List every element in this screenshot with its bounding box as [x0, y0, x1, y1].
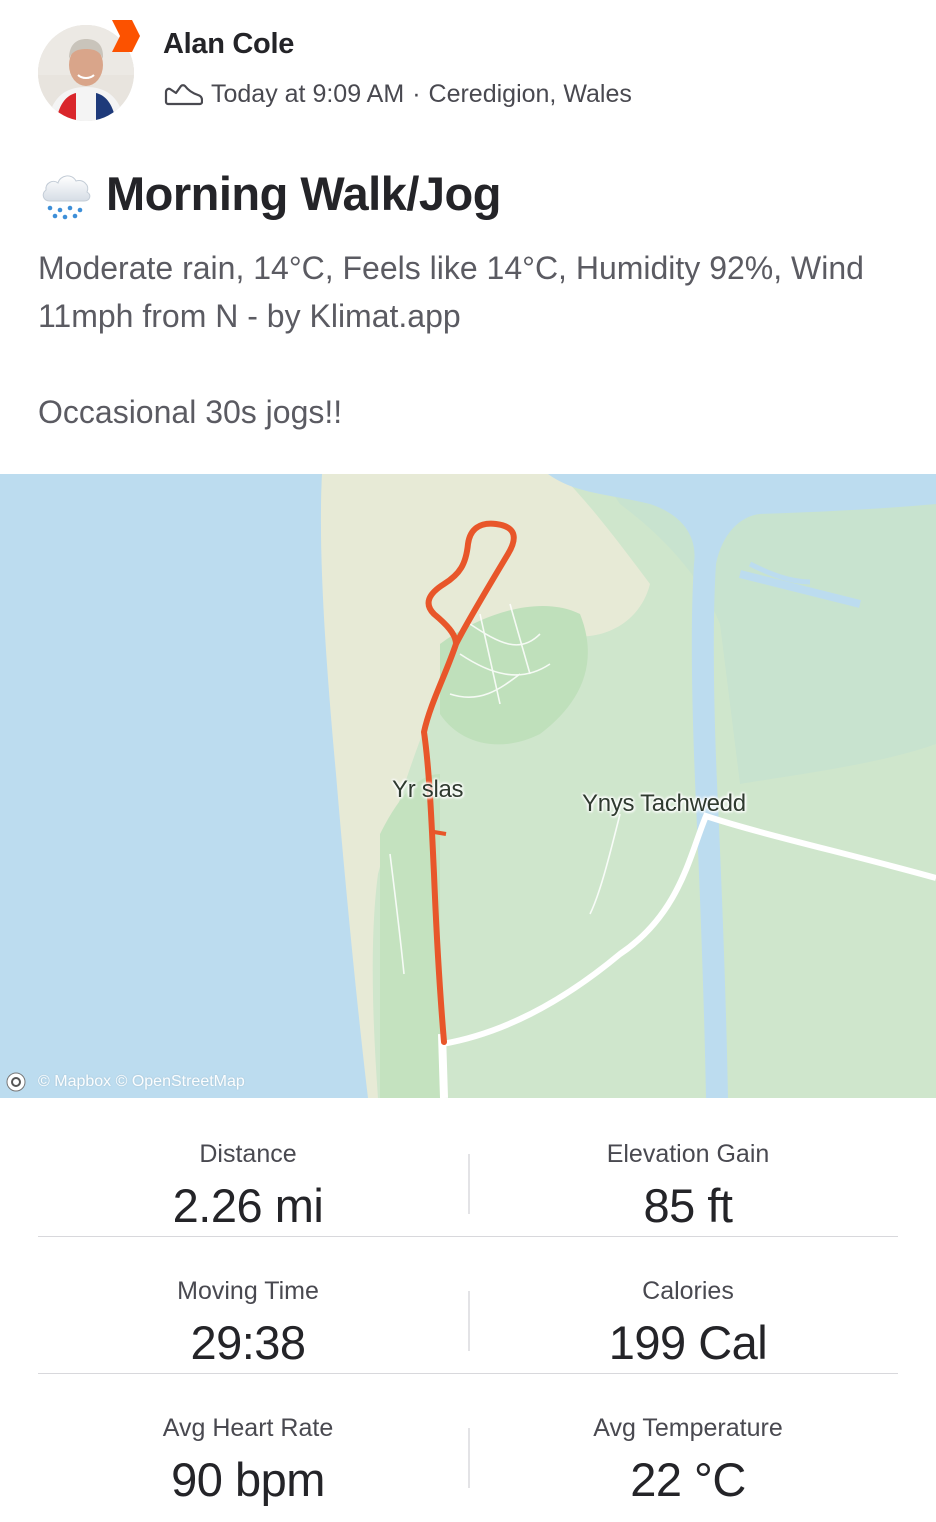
- stat-value: 29:38: [190, 1316, 306, 1369]
- route-map[interactable]: Yr slas Ynys Tachwedd © Mapbox © OpenStr…: [0, 474, 936, 1098]
- map-attribution: © Mapbox © OpenStreetMap: [6, 1072, 245, 1092]
- stat-distance: Distance 2.26 mi: [38, 1100, 458, 1236]
- shoe-icon: [164, 84, 203, 106]
- stat-label: Moving Time: [177, 1277, 319, 1305]
- map-canvas: [0, 474, 936, 1098]
- activity-description: Moderate rain, 14°C, Feels like 14°C, Hu…: [38, 244, 898, 436]
- activity-meta: Today at 9:09 AM · Ceredigion, Wales: [163, 78, 632, 110]
- stat-label: Distance: [199, 1140, 297, 1168]
- map-label-yrslas: Yr slas: [392, 776, 464, 803]
- stat-elevation-gain: Elevation Gain 85 ft: [468, 1100, 908, 1236]
- map-label-ynys-tachwedd: Ynys Tachwedd: [582, 790, 746, 817]
- subscriber-chevron-icon: [112, 20, 140, 52]
- activity-title[interactable]: Morning Walk/Jog: [106, 166, 501, 221]
- description-note: Occasional 30s jogs!!: [38, 394, 343, 430]
- stat-calories: Calories 199 Cal: [468, 1237, 908, 1373]
- description-weather: Moderate rain, 14°C, Feels like 14°C, Hu…: [38, 250, 864, 334]
- rain-cloud-icon: [42, 175, 91, 220]
- stat-avg-temperature: Avg Temperature 22 °C: [468, 1374, 908, 1510]
- map-attribution-text[interactable]: © Mapbox © OpenStreetMap: [38, 1073, 245, 1091]
- stats-row: Avg Heart Rate 90 bpm Avg Temperature 22…: [38, 1374, 898, 1510]
- mapbox-logo-icon[interactable]: [6, 1072, 26, 1092]
- stat-value: 2.26 mi: [172, 1179, 324, 1232]
- stats-row: Distance 2.26 mi Elevation Gain 85 ft: [38, 1100, 898, 1237]
- stat-label: Calories: [642, 1277, 734, 1305]
- stat-label: Elevation Gain: [606, 1140, 770, 1168]
- stat-value: 22 °C: [630, 1453, 746, 1506]
- athlete-name[interactable]: Alan Cole: [163, 28, 294, 61]
- stat-moving-time: Moving Time 29:38: [38, 1237, 458, 1373]
- activity-header: Alan Cole Today at 9:09 AM · Ceredigion,…: [0, 0, 936, 140]
- stat-avg-heart-rate: Avg Heart Rate 90 bpm: [38, 1374, 458, 1510]
- stat-value: 85 ft: [643, 1179, 733, 1232]
- meta-separator: ·: [412, 79, 421, 108]
- activity-timestamp: Today at 9:09 AM: [211, 79, 405, 108]
- activity-title-row: Morning Walk/Jog: [38, 160, 501, 226]
- stat-label: Avg Heart Rate: [162, 1414, 334, 1442]
- stat-value: 90 bpm: [171, 1453, 325, 1506]
- activity-stats: Distance 2.26 mi Elevation Gain 85 ft Mo…: [38, 1100, 898, 1522]
- stat-label: Avg Temperature: [593, 1414, 783, 1442]
- activity-location: Ceredigion, Wales: [428, 79, 632, 108]
- stat-value: 199 Cal: [608, 1316, 768, 1369]
- stats-row: Moving Time 29:38 Calories 199 Cal: [38, 1237, 898, 1374]
